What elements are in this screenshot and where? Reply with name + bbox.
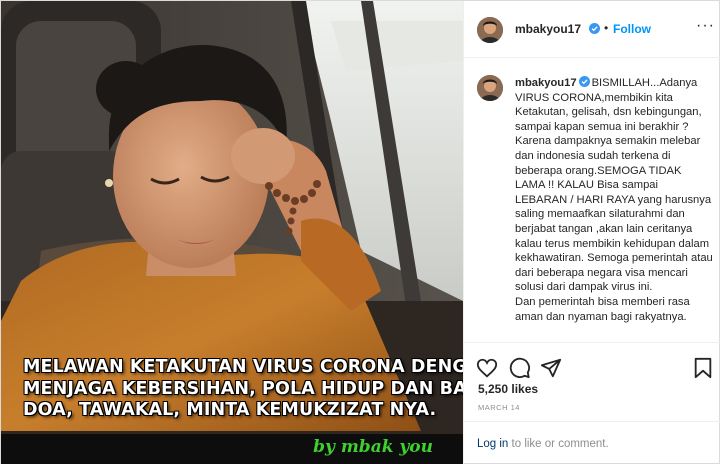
action-bar (464, 342, 720, 382)
bookmark-icon[interactable] (692, 357, 714, 379)
instagram-post-frame: MELAWAN KETAKUTAN VIRUS CORONA DENGAN ME… (0, 0, 720, 464)
overlay-line-1: MELAWAN KETAKUTAN VIRUS CORONA DENGAN (23, 357, 463, 377)
avatar-image (477, 17, 503, 43)
heart-icon[interactable] (476, 357, 498, 379)
header-separator-dot: • (604, 21, 609, 35)
post-photo[interactable]: MELAWAN KETAKUTAN VIRUS CORONA DENGAN ME… (1, 1, 463, 464)
comment-icon[interactable] (509, 357, 531, 379)
caption-avatar-image (477, 75, 503, 101)
avatar[interactable] (477, 17, 503, 43)
post-side-panel: mbakyou17 • Follow ··· mbakyou17 BISMILLA… (463, 1, 720, 464)
login-bar: Log in to like or comment. (464, 421, 720, 464)
caption-verified-badge-icon (578, 76, 590, 87)
post-caption: mbakyou17 BISMILLAH...Adanya VIRUS CORONA… (515, 76, 713, 324)
comments-section[interactable]: mbakyou17 BISMILLAH...Adanya VIRUS CORONA… (464, 59, 720, 342)
login-prompt-suffix: to like or comment. (508, 438, 609, 450)
post-header: mbakyou17 • Follow ··· (464, 1, 720, 58)
overlay-line-3: DOA, TAWAKAL, MINTA KEMUKZIZAT NYA. (23, 400, 437, 420)
more-options-icon[interactable]: ··· (696, 17, 715, 35)
image-caption-overlay: MELAWAN KETAKUTAN VIRUS CORONA DENGAN ME… (23, 357, 463, 422)
like-count[interactable]: 5,250 likes (478, 382, 538, 396)
login-link[interactable]: Log in (477, 438, 508, 450)
share-icon[interactable] (540, 357, 562, 379)
caption-avatar[interactable] (477, 75, 503, 101)
post-date[interactable]: MARCH 14 (478, 403, 520, 412)
verified-badge-icon (589, 23, 600, 34)
caption-username[interactable]: mbakyou17 (515, 77, 577, 89)
caption-body: BISMILLAH...Adanya VIRUS CORONA,membikin… (515, 77, 713, 323)
login-prompt: Log in to like or comment. (477, 438, 609, 450)
header-username[interactable]: mbakyou17 (515, 22, 581, 36)
overlay-line-2: MENJAGA KEBERSIHAN, POLA HIDUP DAN BANYA… (23, 378, 463, 399)
follow-button[interactable]: Follow (613, 22, 651, 36)
watermark-text: by mbak you (313, 437, 433, 457)
